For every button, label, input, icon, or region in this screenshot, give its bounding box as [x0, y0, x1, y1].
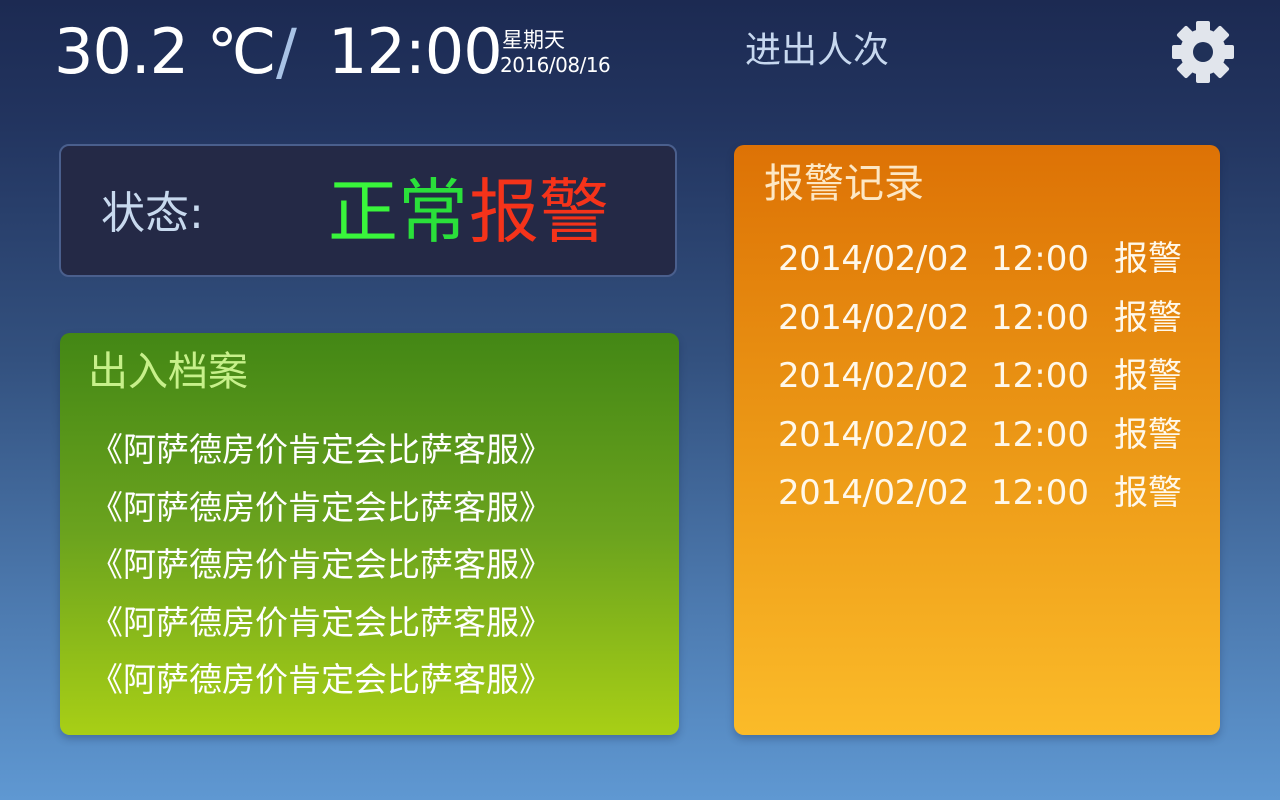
- alarm-record-row[interactable]: 2014/02/02 12:00 报警: [778, 229, 1198, 288]
- alarm-record-type: 报警: [1114, 356, 1182, 396]
- gear-icon: [1172, 21, 1234, 83]
- clock-time: 12:00: [328, 15, 503, 88]
- archive-panel: 出入档案 《阿萨德房价肯定会比萨客服》 《阿萨德房价肯定会比萨客服》 《阿萨德房…: [60, 333, 679, 735]
- alarm-record-type: 报警: [1114, 239, 1182, 279]
- status-normal-char-1: 正: [328, 171, 398, 253]
- alarm-log-list: 2014/02/02 12:00 报警 2014/02/02 12:00 报警 …: [778, 229, 1198, 522]
- status-alarm-indicator[interactable]: 报警: [469, 172, 609, 252]
- archive-list: 《阿萨德房价肯定会比萨客服》 《阿萨德房价肯定会比萨客服》 《阿萨德房价肯定会比…: [90, 421, 552, 709]
- alarm-record-date: 2014/02/02: [778, 239, 969, 279]
- status-normal-indicator[interactable]: 正常: [328, 172, 468, 252]
- archive-item[interactable]: 《阿萨德房价肯定会比萨客服》: [90, 421, 552, 479]
- date-label: 2016/08/16: [500, 53, 611, 77]
- alarm-record-time: 12:00: [991, 239, 1089, 279]
- alarm-record-date: 2014/02/02: [778, 473, 969, 513]
- alarm-log-panel: 报警记录 2014/02/02 12:00 报警 2014/02/02 12:0…: [734, 145, 1220, 735]
- archive-title: 出入档案: [88, 349, 248, 395]
- alarm-record-time: 12:00: [991, 414, 1089, 455]
- people-count-button[interactable]: 进出人次: [745, 28, 889, 74]
- alarm-record-time: 12:00: [991, 297, 1089, 338]
- alarm-record-time: 12:00: [991, 473, 1089, 513]
- alarm-record-date: 2014/02/02: [778, 297, 969, 338]
- header-divider: /: [276, 15, 297, 88]
- archive-item[interactable]: 《阿萨德房价肯定会比萨客服》: [90, 651, 552, 709]
- weekday-label: 星期天: [502, 28, 565, 52]
- alarm-record-type: 报警: [1114, 414, 1182, 455]
- status-panel: 状态: 正常 报警: [59, 144, 677, 277]
- alarm-record-row[interactable]: 2014/02/02 12:00 报警: [778, 288, 1198, 347]
- archive-item[interactable]: 《阿萨德房价肯定会比萨客服》: [90, 594, 552, 652]
- status-label: 状态:: [101, 188, 204, 239]
- alarm-record-date: 2014/02/02: [778, 356, 969, 396]
- alarm-record-date: 2014/02/02: [778, 414, 969, 455]
- alarm-record-type: 报警: [1114, 473, 1182, 513]
- alarm-log-title: 报警记录: [764, 161, 924, 207]
- archive-item[interactable]: 《阿萨德房价肯定会比萨客服》: [90, 536, 552, 594]
- temperature-readout: 30.2 ℃: [54, 15, 276, 88]
- archive-item[interactable]: 《阿萨德房价肯定会比萨客服》: [90, 479, 552, 537]
- alarm-record-time: 12:00: [991, 356, 1089, 396]
- status-normal-char-2: 常: [398, 171, 468, 253]
- alarm-record-row[interactable]: 2014/02/02 12:00 报警: [778, 405, 1198, 464]
- settings-button[interactable]: [1170, 19, 1236, 85]
- alarm-record-type: 报警: [1114, 297, 1182, 338]
- alarm-record-row[interactable]: 2014/02/02 12:00 报警: [778, 346, 1198, 405]
- alarm-record-row[interactable]: 2014/02/02 12:00 报警: [778, 463, 1198, 522]
